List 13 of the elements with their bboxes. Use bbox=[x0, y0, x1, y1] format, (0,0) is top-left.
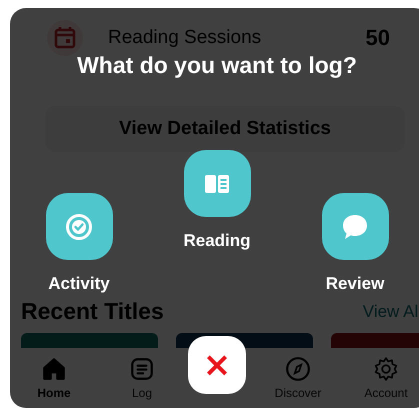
option-label: Activity bbox=[48, 274, 110, 294]
log-option-button[interactable] bbox=[46, 193, 112, 260]
option-label: Review bbox=[326, 274, 384, 294]
option-label: Reading bbox=[183, 231, 251, 251]
close-button[interactable]: × bbox=[188, 336, 246, 394]
view-all-link[interactable]: View All bbox=[362, 302, 419, 322]
log-option-button[interactable] bbox=[322, 193, 388, 260]
log-option-button[interactable] bbox=[184, 150, 250, 217]
check-circle-icon bbox=[64, 212, 94, 242]
section-title: Recent Titles bbox=[21, 298, 164, 325]
stat-label: Reading Sessions bbox=[108, 27, 262, 49]
menu-title: What do you want to log? bbox=[76, 52, 358, 79]
stat-value: 50 bbox=[366, 25, 390, 51]
